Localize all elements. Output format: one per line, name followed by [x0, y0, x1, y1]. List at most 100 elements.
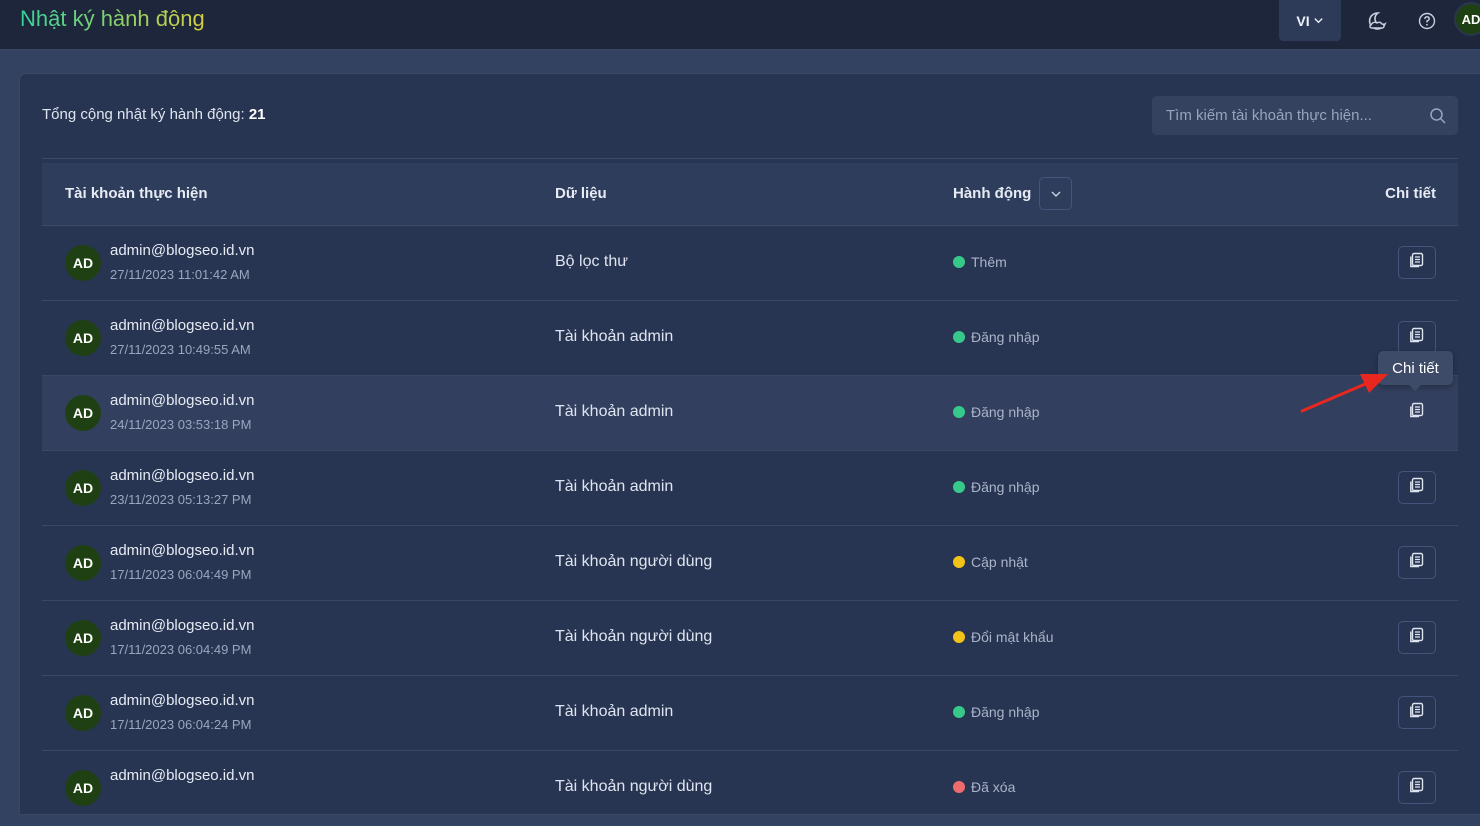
action-status: Đổi mật khẩu	[953, 629, 1053, 645]
column-header-account: Tài khoản thực hiện	[65, 185, 208, 202]
status-dot	[953, 781, 965, 793]
account-email: admin@blogseo.id.vn	[110, 767, 255, 784]
detail-button[interactable]	[1398, 696, 1436, 729]
avatar: AD	[65, 695, 101, 731]
avatar: AD	[65, 620, 101, 656]
table-row[interactable]: AD admin@blogseo.id.vn Tài khoản người dùn…	[42, 751, 1458, 826]
column-header-detail: Chi tiết	[1385, 185, 1436, 202]
status-dot	[953, 256, 965, 268]
action-filter-button[interactable]	[1039, 177, 1072, 210]
user-avatar[interactable]: AD	[1454, 2, 1480, 36]
timestamp: 23/11/2023 05:13:27 PM	[110, 492, 252, 507]
document-icon	[1408, 326, 1426, 349]
column-header-data: Dữ liệu	[555, 185, 607, 202]
timestamp: 24/11/2023 03:53:18 PM	[110, 417, 252, 432]
detail-button[interactable]	[1398, 771, 1436, 804]
data-cell: Tài khoản người dùng	[555, 553, 713, 570]
account-email: admin@blogseo.id.vn	[110, 242, 255, 259]
action-status: Đăng nhập	[953, 329, 1040, 345]
status-dot	[953, 406, 965, 418]
data-cell: Tài khoản người dùng	[555, 778, 713, 795]
action-label: Đăng nhập	[971, 479, 1040, 495]
data-cell: Tài khoản admin	[555, 403, 674, 420]
chevron-down-icon	[1051, 191, 1060, 197]
timestamp: 27/11/2023 11:01:42 AM	[110, 267, 250, 282]
search-input[interactable]	[1152, 96, 1418, 135]
status-dot	[953, 706, 965, 718]
help-icon[interactable]	[1416, 10, 1438, 32]
account-email: admin@blogseo.id.vn	[110, 692, 255, 709]
account-email: admin@blogseo.id.vn	[110, 542, 255, 559]
status-dot	[953, 331, 965, 343]
action-status: Đăng nhập	[953, 404, 1040, 420]
action-status: Thêm	[953, 254, 1007, 270]
action-status: Đăng nhập	[953, 704, 1040, 720]
language-selector[interactable]: VI	[1279, 0, 1341, 41]
table-row[interactable]: AD admin@blogseo.id.vn 27/11/2023 11:01:42…	[42, 226, 1458, 301]
status-dot	[953, 556, 965, 568]
timestamp: 17/11/2023 06:04:49 PM	[110, 567, 252, 582]
document-icon	[1408, 476, 1426, 499]
divider	[42, 158, 1458, 159]
data-cell: Bộ lọc thư	[555, 253, 628, 270]
action-label: Đăng nhập	[971, 329, 1040, 345]
action-label: Thêm	[971, 254, 1007, 270]
column-header-action: Hành động	[953, 185, 1032, 202]
search-box[interactable]	[1152, 96, 1458, 135]
status-dot	[953, 481, 965, 493]
total-value: 21	[248, 106, 266, 123]
table-row[interactable]: AD admin@blogseo.id.vn 23/11/2023 05:13:27…	[42, 451, 1458, 526]
timestamp: 17/11/2023 06:04:49 PM	[110, 642, 252, 657]
detail-button[interactable]	[1398, 471, 1436, 504]
table-header: Tài khoản thực hiện Dữ liệu Hành động Ch…	[42, 163, 1458, 226]
detail-button[interactable]	[1398, 546, 1436, 579]
page-title: Nhật ký hành động	[20, 6, 205, 31]
data-cell: Tài khoản admin	[555, 703, 674, 720]
table-row[interactable]: AD admin@blogseo.id.vn 17/11/2023 06:04:49…	[42, 601, 1458, 676]
account-email: admin@blogseo.id.vn	[110, 392, 255, 409]
total-label: Tổng cộng nhật ký hành động:	[42, 106, 245, 123]
avatar: AD	[65, 245, 101, 281]
data-cell: Tài khoản admin	[555, 328, 674, 345]
document-icon	[1408, 401, 1426, 424]
timestamp: 27/11/2023 10:49:55 AM	[110, 342, 251, 357]
chevron-down-icon	[1313, 18, 1323, 24]
search-icon[interactable]	[1418, 107, 1458, 125]
table-row[interactable]: AD admin@blogseo.id.vn 24/11/2023 03:53:18…	[42, 376, 1458, 451]
account-email: admin@blogseo.id.vn	[110, 467, 255, 484]
action-label: Cập nhật	[971, 554, 1028, 570]
detail-button[interactable]	[1398, 396, 1436, 429]
tooltip-detail: Chi tiết	[1378, 351, 1453, 391]
detail-button[interactable]	[1398, 321, 1436, 354]
detail-button[interactable]	[1398, 246, 1436, 279]
table-row[interactable]: AD admin@blogseo.id.vn 17/11/2023 06:04:49…	[42, 526, 1458, 601]
avatar: AD	[65, 770, 101, 806]
document-icon	[1408, 701, 1426, 724]
table-row[interactable]: AD admin@blogseo.id.vn 17/11/2023 06:04:24…	[42, 676, 1458, 751]
action-label: Đăng nhập	[971, 704, 1040, 720]
avatar: AD	[65, 320, 101, 356]
action-label: Đổi mật khẩu	[971, 629, 1054, 645]
action-label: Đăng nhập	[971, 404, 1040, 420]
top-bar: Nhật ký hành động VI AD	[0, 0, 1480, 50]
document-icon	[1408, 251, 1426, 274]
language-label: VI	[1296, 12, 1310, 29]
status-dot	[953, 631, 965, 643]
theme-toggle-icon[interactable]	[1366, 10, 1388, 32]
data-cell: Tài khoản người dùng	[555, 628, 713, 645]
detail-button[interactable]	[1398, 621, 1436, 654]
document-icon	[1408, 776, 1426, 799]
account-email: admin@blogseo.id.vn	[110, 617, 255, 634]
document-icon	[1408, 551, 1426, 574]
action-status: Đăng nhập	[953, 479, 1040, 495]
avatar: AD	[65, 470, 101, 506]
table-row[interactable]: AD admin@blogseo.id.vn 27/11/2023 10:49:55…	[42, 301, 1458, 376]
data-cell: Tài khoản admin	[555, 478, 674, 495]
account-email: admin@blogseo.id.vn	[110, 317, 255, 334]
avatar: AD	[65, 395, 101, 431]
timestamp: 17/11/2023 06:04:24 PM	[110, 717, 252, 732]
total-count: Tổng cộng nhật ký hành động: 21	[42, 106, 266, 123]
avatar: AD	[65, 545, 101, 581]
action-status: Cập nhật	[953, 554, 1028, 570]
document-icon	[1408, 626, 1426, 649]
